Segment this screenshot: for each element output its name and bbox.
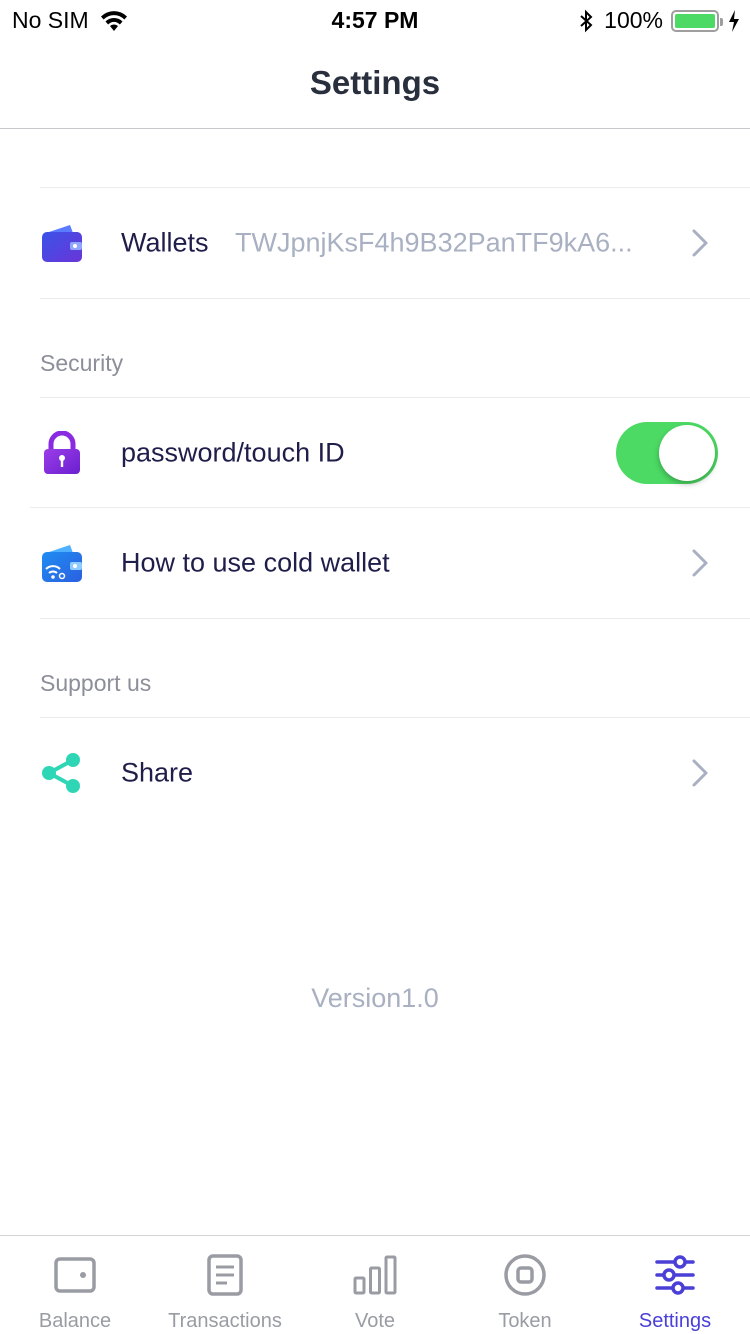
section-header-support: Support us (40, 670, 152, 696)
cold-wallet-label: How to use cold wallet (121, 547, 390, 578)
share-icon (42, 753, 80, 793)
battery-percent: 100% (604, 7, 663, 33)
chevron-right-icon (692, 229, 708, 257)
tab-label: Token (498, 1310, 552, 1332)
status-bar: No SIM 4:57 PM 100% (0, 0, 750, 40)
bar-chart-icon (353, 1255, 397, 1295)
status-right: 100% (578, 7, 740, 34)
wallets-label: Wallets (121, 227, 209, 258)
tab-label: Balance (38, 1310, 112, 1332)
tab-vote[interactable]: Vote (300, 1236, 450, 1334)
password-touch-id-label: password/touch ID (121, 437, 345, 468)
wallet-icon (54, 1257, 96, 1293)
battery-icon (671, 9, 723, 32)
chevron-right-icon (692, 759, 708, 787)
tab-label: Vote (354, 1310, 396, 1332)
divider (40, 618, 750, 619)
wallet-icon (42, 225, 82, 262)
sliders-icon (655, 1255, 695, 1295)
tab-label: Transactions (168, 1310, 282, 1332)
password-touch-id-toggle[interactable] (616, 422, 718, 484)
wallets-row[interactable]: Wallets TWJpnjKsF4h9B32PanTF9kA6... (0, 188, 750, 298)
token-icon (504, 1254, 546, 1296)
cold-wallet-row[interactable]: How to use cold wallet (0, 508, 750, 618)
tab-label: Settings (638, 1310, 712, 1332)
chevron-right-icon (692, 549, 708, 577)
navigation-bar: Settings (0, 40, 750, 129)
password-touch-id-row: password/touch ID (0, 398, 750, 508)
bluetooth-icon (580, 9, 593, 32)
tab-balance[interactable]: Balance (0, 1236, 150, 1334)
divider (40, 298, 750, 299)
tab-settings[interactable]: Settings (600, 1236, 750, 1334)
charging-icon (729, 9, 739, 32)
tab-bar: Balance Transactions Vote Token Settings (0, 1235, 750, 1334)
lock-icon (44, 431, 80, 474)
share-label: Share (121, 757, 194, 788)
wallet-address: TWJpnjKsF4h9B32PanTF9kA6... (235, 227, 633, 258)
section-header-security: Security (40, 350, 124, 376)
tab-transactions[interactable]: Transactions (150, 1236, 300, 1334)
version-label: Version1.0 (311, 983, 439, 1013)
document-icon (207, 1254, 243, 1296)
cold-wallet-icon (42, 545, 82, 582)
share-row[interactable]: Share (0, 718, 750, 828)
toggle-knob (659, 425, 715, 481)
page-title: Settings (309, 64, 441, 101)
tab-token[interactable]: Token (450, 1236, 600, 1334)
